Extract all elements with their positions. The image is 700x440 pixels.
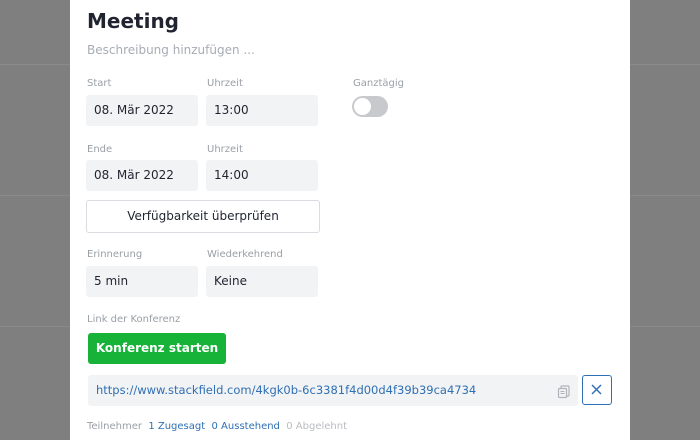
close-icon bbox=[591, 384, 602, 395]
start-conference-button[interactable]: Konferenz starten bbox=[88, 333, 226, 364]
copy-icon[interactable] bbox=[556, 383, 572, 399]
pending-count-link[interactable]: 0 Ausstehend bbox=[212, 421, 280, 432]
reminder-label: Erinnerung bbox=[87, 249, 143, 260]
recurring-label: Wiederkehrend bbox=[207, 249, 283, 260]
meeting-dialog: Meeting Beschreibung hinzufügen ... Star… bbox=[70, 0, 630, 440]
participants-summary: Teilnehmer 1 Zugesagt 0 Ausstehend 0 Abg… bbox=[87, 421, 347, 432]
start-date-field[interactable]: 08. Mär 2022 bbox=[86, 95, 198, 126]
all-day-label: Ganztägig bbox=[353, 78, 404, 89]
recurring-select[interactable]: Keine bbox=[206, 266, 318, 297]
description-input[interactable]: Beschreibung hinzufügen ... bbox=[87, 43, 255, 57]
conference-link-label: Link der Konferenz bbox=[87, 314, 181, 325]
participants-label: Teilnehmer bbox=[87, 421, 142, 432]
start-label: Start bbox=[87, 78, 112, 89]
toggle-knob bbox=[354, 98, 371, 115]
declined-count: 0 Abgelehnt bbox=[286, 421, 348, 432]
start-time-field[interactable]: 13:00 bbox=[206, 95, 318, 126]
end-label: Ende bbox=[87, 144, 113, 155]
reminder-select[interactable]: 5 min bbox=[86, 266, 198, 297]
end-date-field[interactable]: 08. Mär 2022 bbox=[86, 160, 198, 191]
conference-link-field[interactable]: https://www.stackfield.com/4kgk0b-6c3381… bbox=[88, 375, 578, 406]
start-time-label: Uhrzeit bbox=[207, 78, 243, 89]
meeting-title[interactable]: Meeting bbox=[87, 9, 179, 33]
accepted-count-link[interactable]: 1 Zugesagt bbox=[148, 421, 205, 432]
remove-link-button[interactable] bbox=[582, 375, 612, 405]
all-day-toggle[interactable] bbox=[352, 96, 388, 117]
end-time-label: Uhrzeit bbox=[207, 144, 243, 155]
end-time-field[interactable]: 14:00 bbox=[206, 160, 318, 191]
conference-link[interactable]: https://www.stackfield.com/4kgk0b-6c3381… bbox=[96, 375, 476, 406]
check-availability-button[interactable]: Verfügbarkeit überprüfen bbox=[86, 200, 320, 233]
